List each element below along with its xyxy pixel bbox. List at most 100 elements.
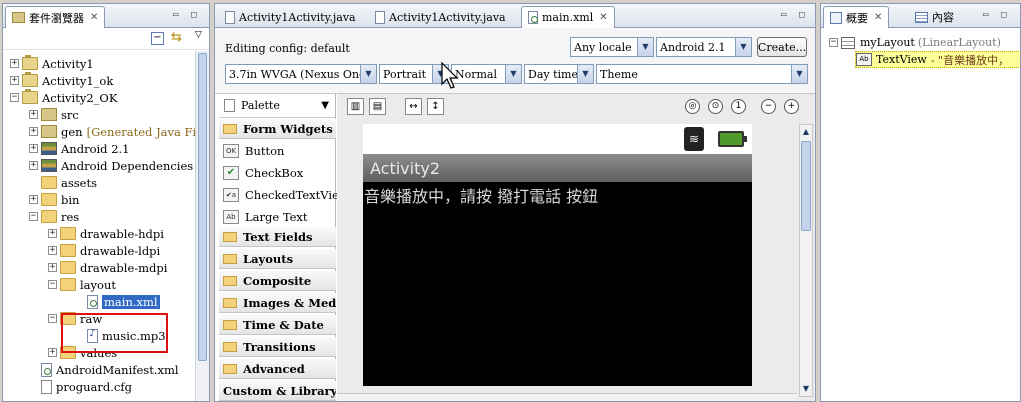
tree-item[interactable]: − res — [29, 208, 79, 225]
editor-tabbar: Activity1Activity.java Activity1Activity… — [215, 4, 815, 28]
zoom-real-icon[interactable]: ⊙ — [708, 99, 723, 114]
tab-package-explorer[interactable]: 套件瀏覽器 ✕ — [5, 6, 106, 28]
view-menu-icon[interactable]: ▽ — [195, 30, 202, 40]
link-with-editor-icon[interactable]: ⇆ — [171, 30, 182, 45]
battery-icon — [718, 131, 747, 147]
tree-item[interactable]: + drawable-hdpi — [48, 225, 164, 242]
collapse-all-icon[interactable]: − — [151, 32, 164, 45]
expand-icon[interactable]: + — [10, 76, 19, 85]
expand-icon[interactable]: + — [48, 229, 57, 238]
tab-main-xml[interactable]: main.xml ✕ — [521, 6, 615, 28]
tree-item[interactable]: proguard.cfg — [41, 378, 132, 395]
tree-item[interactable]: + Android 2.1 — [29, 140, 129, 157]
xml-file-icon — [528, 11, 538, 24]
palette-category[interactable]: Time & Date — [219, 315, 336, 335]
scrollbar[interactable] — [195, 51, 209, 401]
outline-item-root[interactable]: − myLayout (LinearLayout) — [829, 34, 1001, 51]
tree-item[interactable]: + bin — [29, 191, 79, 208]
preview-textview[interactable]: 音樂播放中，請按 撥打電話 按鈕 — [363, 182, 752, 208]
locale-select[interactable]: Any locale ▼ — [570, 37, 654, 57]
expand-icon[interactable]: + — [29, 127, 38, 136]
tree-item-main-xml[interactable]: main.xml — [87, 293, 160, 310]
layout-horizontal-icon[interactable]: ▥ — [347, 98, 364, 115]
palette-category[interactable]: Form Widgets — [219, 119, 336, 139]
outline-item-textview[interactable]: Ab TextView - "音樂播放中， — [855, 51, 1020, 68]
palette-widget-button[interactable]: OK Button — [223, 141, 284, 161]
device-select[interactable]: 3.7in WVGA (Nexus One) ▼ — [225, 64, 377, 84]
expand-icon[interactable]: + — [48, 263, 57, 272]
maximize-icon[interactable]: □ — [1001, 10, 1006, 20]
tree-item[interactable]: assets — [41, 174, 97, 191]
palette-category[interactable]: Text Fields — [219, 227, 336, 247]
horizontal-scrollbar[interactable] — [337, 393, 797, 401]
chevron-down-icon[interactable]: ▼ — [321, 100, 329, 111]
minimize-icon[interactable]: ▭ — [983, 10, 988, 20]
expand-icon[interactable]: + — [29, 110, 38, 119]
palette-widget-large-text[interactable]: Ab Large Text — [223, 207, 308, 227]
expand-icon[interactable]: + — [48, 246, 57, 255]
zoom-100-icon[interactable]: 1 — [731, 99, 746, 114]
expand-icon[interactable]: + — [29, 144, 38, 153]
palette-widget-checkbox[interactable]: ✔ CheckBox — [223, 163, 303, 183]
tab-activity1-java-2[interactable]: Activity1Activity.java — [369, 6, 512, 28]
tab-outline[interactable]: 概要 ✕ — [823, 6, 890, 28]
expand-icon[interactable]: + — [29, 161, 38, 170]
collapse-icon[interactable]: − — [48, 280, 57, 289]
palette-header[interactable]: Palette ▼ — [219, 94, 335, 118]
tab-properties[interactable]: 內容 — [909, 6, 960, 28]
collapse-icon[interactable]: − — [10, 93, 19, 102]
scroll-down-icon[interactable]: ▼ — [800, 382, 812, 396]
palette-category[interactable]: Custom & Library V — [219, 381, 336, 401]
tab-activity1-java[interactable]: Activity1Activity.java — [219, 6, 362, 28]
tree-item[interactable]: + Activity1_ok — [10, 72, 113, 89]
minimize-icon[interactable]: ▭ — [781, 10, 786, 20]
collapse-icon[interactable]: − — [829, 38, 838, 47]
palette-category[interactable]: Layouts — [219, 249, 336, 269]
tree-item[interactable]: + src — [29, 106, 79, 123]
orientation-select[interactable]: Portrait ▼ — [379, 64, 449, 84]
tree-item[interactable]: − layout — [48, 276, 116, 293]
tree-item[interactable]: + gen [Generated Java Files] — [29, 123, 209, 140]
tree-item[interactable]: + drawable-mdpi — [48, 259, 167, 276]
fill-height-icon[interactable]: ↕ — [427, 98, 444, 115]
zoom-fit-icon[interactable]: ◎ — [685, 99, 700, 114]
fill-width-icon[interactable]: ↔ — [405, 98, 422, 115]
scrollbar-thumb[interactable] — [801, 141, 811, 231]
close-icon[interactable]: ✕ — [599, 12, 607, 23]
palette-widget-checkedtextview[interactable]: ✔a CheckedTextView — [223, 185, 349, 205]
palette-category[interactable]: Images & Media — [219, 293, 336, 313]
palette-category[interactable]: Advanced — [219, 359, 336, 379]
scrollbar-thumb[interactable] — [198, 53, 207, 361]
close-icon[interactable]: ✕ — [874, 12, 882, 23]
palette-category[interactable]: Composite — [219, 271, 336, 291]
maximize-icon[interactable]: □ — [799, 10, 804, 20]
expand-icon[interactable]: + — [48, 348, 57, 357]
theme-select[interactable]: Theme ▼ — [596, 64, 808, 84]
project-icon — [22, 89, 38, 104]
minimize-icon[interactable]: ▭ — [173, 10, 178, 20]
palette-category[interactable]: Transitions — [219, 337, 336, 357]
target-select[interactable]: Android 2.1 ▼ — [656, 37, 752, 57]
expand-icon[interactable]: + — [29, 195, 38, 204]
scroll-up-icon[interactable]: ▲ — [800, 125, 812, 139]
tree-item[interactable]: − Activity2_OK — [10, 89, 117, 106]
tree-item-label: gen — [61, 124, 83, 139]
scrollbar[interactable]: ▲ ▼ — [799, 124, 813, 397]
close-icon[interactable]: ✕ — [90, 12, 98, 23]
collapse-icon[interactable]: − — [29, 212, 38, 221]
zoom-in-icon[interactable]: + — [784, 99, 799, 114]
mode-select[interactable]: Normal ▼ — [451, 64, 522, 84]
maximize-icon[interactable]: □ — [191, 10, 196, 20]
daynight-select[interactable]: Day time ▼ — [524, 64, 594, 84]
folder-icon — [41, 176, 57, 189]
layout-canvas[interactable]: ▥ ▤ ↔ ↕ ◎ ⊙ 1 − + ≋ Activity2 音樂播放中，請按 撥… — [337, 94, 815, 401]
tree-item[interactable]: + Android Dependencies — [29, 157, 193, 174]
tree-item[interactable]: AndroidManifest.xml — [41, 361, 179, 378]
tree-item[interactable]: + Activity1 — [10, 55, 94, 72]
create-button[interactable]: Create... — [757, 37, 807, 57]
expand-icon[interactable]: + — [10, 59, 19, 68]
collapse-icon[interactable]: − — [48, 314, 57, 323]
zoom-out-icon[interactable]: − — [761, 99, 776, 114]
layout-vertical-icon[interactable]: ▤ — [369, 98, 386, 115]
tree-item[interactable]: + drawable-ldpi — [48, 242, 160, 259]
